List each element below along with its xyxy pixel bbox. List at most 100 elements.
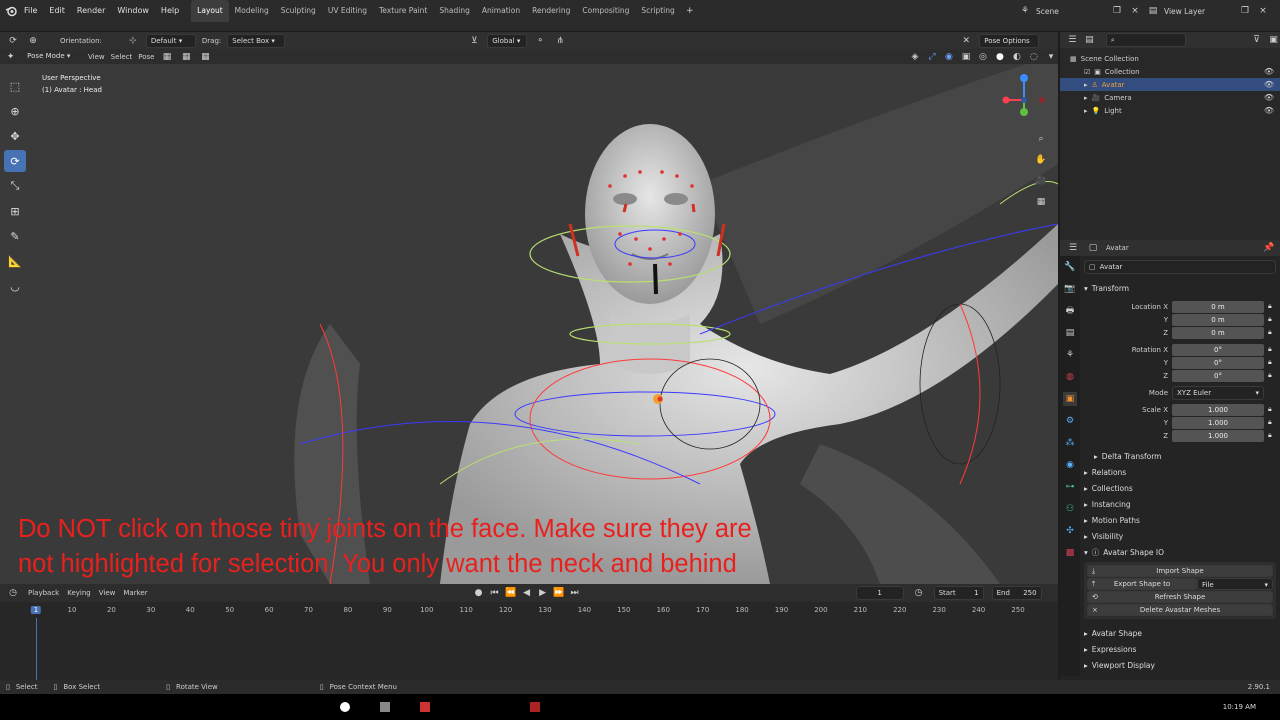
outliner-item-avatar[interactable]: ▸ ♙ Avatar 👁 [1060,78,1280,91]
close-scene-icon[interactable]: × [1128,4,1142,18]
scene-name[interactable]: Scene [1036,7,1106,16]
menu-select[interactable]: Select [111,53,133,61]
panel-visibility[interactable]: ▸ Visibility [1084,528,1276,544]
view-layer-name[interactable]: View Layer [1164,7,1234,16]
transform-panel-header[interactable]: ▾ Transform [1084,280,1276,296]
taskbar-clock[interactable]: 10:19 AM [1223,703,1256,711]
pose-copy-icon[interactable]: ▦ [160,50,173,64]
data-tab-icon[interactable]: ⚇ [1063,502,1077,516]
proportional-edit-icon[interactable]: ✕ [959,34,973,48]
playback-menu[interactable]: Playback [28,589,59,597]
pan-hand-icon[interactable]: ✋ [1032,151,1050,169]
add-workspace-icon[interactable]: + [683,4,697,18]
texture-tab-icon[interactable]: ▩ [1063,546,1077,560]
eye-icon[interactable]: 👁 [1264,80,1274,89]
constraints-tab-icon[interactable]: ⊶ [1063,480,1077,494]
timeline-editor-icon[interactable]: ◷ [6,586,20,600]
workspace-tab-shading[interactable]: Shading [433,0,475,22]
scale-x-field[interactable]: 1.000 [1172,403,1264,416]
visibility-icon[interactable]: ◈ [908,50,922,64]
record-icon[interactable]: ● [472,586,486,600]
navigation-gizmo[interactable] [994,70,1054,130]
menu-pose[interactable]: Pose [138,53,154,61]
pivot-icon[interactable]: ⚬ [533,34,547,48]
menu-window[interactable]: Window [111,0,155,22]
taskbar-app-icon[interactable] [530,702,540,712]
lock-icon[interactable]: 🔒︎ [1268,431,1272,440]
export-target-dropdown[interactable]: File ▾ [1197,578,1273,590]
shading-material-icon[interactable]: ◐ [1010,50,1024,64]
lock-icon[interactable]: 🔒︎ [1268,302,1272,311]
timeline-ruler[interactable]: 1 10 20 30 40 50 60 70 80 90 100 110 120 130 140 150 160… [0,606,1058,618]
taskbar-app-icon[interactable] [420,702,430,712]
menu-file[interactable]: File [18,0,43,22]
properties-editor-type-icon[interactable]: ☰ [1066,241,1080,255]
transform-orientation-dropdown[interactable]: Global ▾ [487,33,528,48]
3d-viewport[interactable]: User Perspective (1) Avatar : Head ⌕ ✋ 🎥… [0,64,1058,584]
gizmo-icon[interactable]: ⤢ [925,50,939,64]
overlays-icon[interactable]: ◉ [942,50,956,64]
blender-logo-icon[interactable] [4,4,18,18]
menu-render[interactable]: Render [71,0,111,22]
lock-icon[interactable]: 🔒︎ [1268,418,1272,427]
scale-z-field[interactable]: 1.000 [1172,429,1264,442]
xray-icon[interactable]: ▣ [959,50,973,64]
location-x-field[interactable]: 0 m [1172,300,1264,313]
scene-icon[interactable]: ⚘ [1018,4,1032,18]
export-shape-button[interactable]: ⤒ Export Shape to [1087,578,1197,590]
outliner-scene-collection[interactable]: ▦ Scene Collection [1070,52,1280,65]
workspace-tab-scripting[interactable]: Scripting [635,0,680,22]
lock-icon[interactable]: 🔒︎ [1268,405,1272,414]
editor-type-icon[interactable]: ☰ [1066,33,1079,47]
jump-end-icon[interactable]: ⏭ [568,586,582,600]
panel-viewport-display[interactable]: ▸ Viewport Display [1084,657,1276,673]
location-z-field[interactable]: 0 m [1172,326,1264,339]
preview-range-icon[interactable]: ◷ [912,586,926,600]
close-view-layer-icon[interactable]: × [1256,4,1270,18]
rotate-tool-icon[interactable]: ⟳ [4,150,26,172]
start-frame-field[interactable]: Start 1 [933,586,984,600]
taskbar-app-icon[interactable] [380,702,390,712]
ortho-grid-icon[interactable]: ▦ [1032,193,1050,211]
outliner-collection[interactable]: ☑ ▣ Collection 👁 [1070,65,1280,78]
workspace-tab-rendering[interactable]: Rendering [526,0,576,22]
modifier-tab-icon[interactable]: ⚙ [1063,414,1077,428]
workspace-tab-sculpting[interactable]: Sculpting [275,0,322,22]
shading-options-icon[interactable]: ▾ [1044,50,1058,64]
copy-view-layer-icon[interactable]: ❐ [1238,4,1252,18]
shading-solid-icon[interactable]: ● [993,50,1007,64]
cursor-tool-icon[interactable]: ⊕ [4,100,26,122]
move-tool-icon[interactable]: ✥ [4,125,26,147]
panel-motion-paths[interactable]: ▸ Motion Paths [1084,512,1276,528]
scale-y-field[interactable]: 1.000 [1172,416,1264,429]
workspace-tab-texture-paint[interactable]: Texture Paint [373,0,433,22]
particles-tab-icon[interactable]: ⁂ [1063,436,1077,450]
pose-paste-icon[interactable]: ▦ [180,50,193,64]
panel-collections[interactable]: ▸ Collections [1084,480,1276,496]
workspace-tab-compositing[interactable]: Compositing [576,0,635,22]
rotation-y-field[interactable]: 0° [1172,356,1264,369]
refresh-shape-button[interactable]: ⟲ Refresh Shape [1087,591,1273,603]
drag-dropdown[interactable]: Select Box ▾ [227,33,286,48]
pose-flip-icon[interactable]: ▦ [199,50,212,64]
workspace-tab-layout[interactable]: Layout [191,0,229,22]
panel-instancing[interactable]: ▸ Instancing [1084,496,1276,512]
display-mode-icon[interactable]: ▤ [1083,33,1096,47]
lock-icon[interactable]: 🔒︎ [1268,358,1272,367]
expand-icon[interactable]: ▸ [1084,81,1088,89]
delta-transform-header[interactable]: ▸ Delta Transform [1084,448,1276,464]
rotate-tool-icon[interactable]: ⟳ [6,34,20,48]
eye-icon[interactable]: 👁 [1264,93,1274,102]
timeline-view-menu[interactable]: View [99,589,116,597]
object-tab-icon[interactable]: ▣ [1063,392,1077,406]
end-frame-field[interactable]: End 250 [991,586,1042,600]
relax-pose-tool-icon[interactable]: ◡ [4,275,26,297]
pose-options-dropdown[interactable]: Pose Options ▾ [979,33,1040,57]
delete-meshes-button[interactable]: × Delete Avastar Meshes [1087,604,1273,616]
scale-tool-icon[interactable]: ⤡ [4,175,26,197]
zoom-icon[interactable]: ⌕ [1032,130,1050,148]
panel-avatar-shape[interactable]: ▸ Avatar Shape [1084,625,1276,641]
lock-icon[interactable]: 🔒︎ [1268,315,1272,324]
rotate-settings-icon[interactable]: ⊕ [26,34,40,48]
annotate-tool-icon[interactable]: ✎ [4,225,26,247]
